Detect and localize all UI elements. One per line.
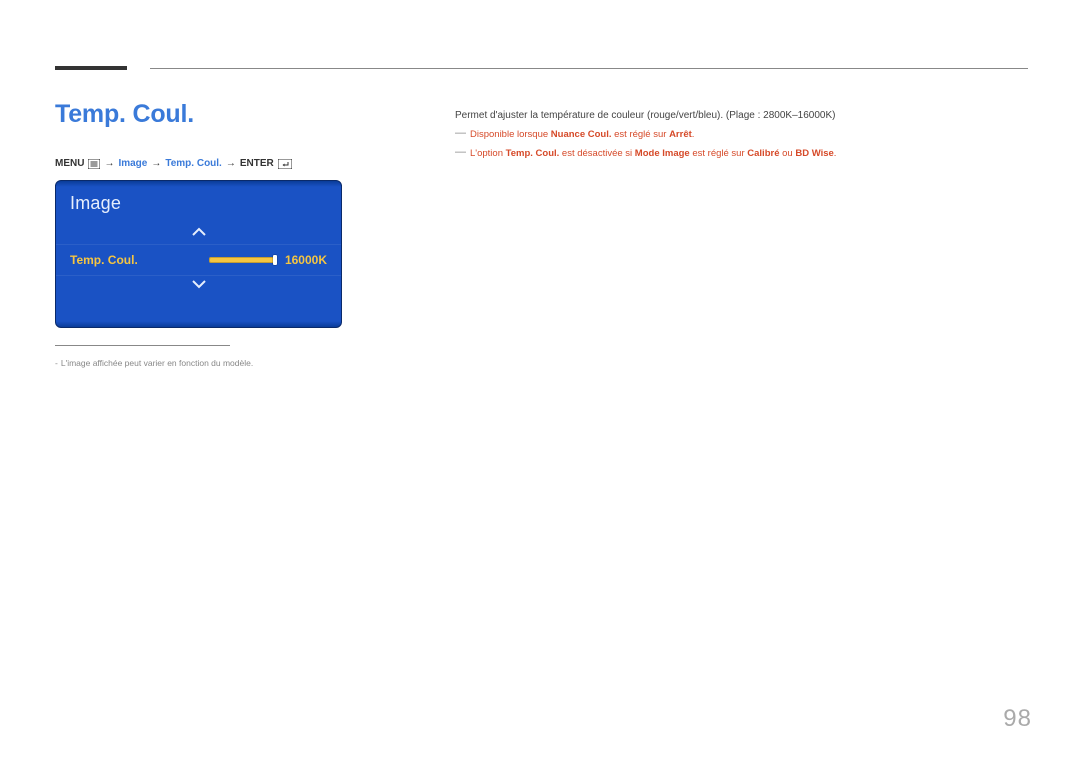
footnote-dash: - — [55, 358, 58, 368]
note2-b2: Mode Image — [635, 148, 690, 159]
header-accent-bar — [55, 66, 127, 70]
menu-icon — [88, 159, 100, 169]
note2-b4: BD Wise — [795, 148, 833, 159]
osd-menu: Image Temp. Coul. 16000K — [55, 180, 342, 328]
note-1: ― Disponible lorsque Nuance Coul. est ré… — [455, 125, 1028, 144]
note-marker: ― — [455, 144, 466, 162]
nav-arrow: → — [151, 158, 161, 169]
osd-row-tempcoul[interactable]: Temp. Coul. 16000K — [56, 244, 341, 276]
note1-b1: Nuance Coul. — [551, 129, 612, 140]
chevron-up-icon — [191, 224, 207, 241]
osd-up-row[interactable] — [56, 224, 341, 244]
note2-b1: Temp. Coul. — [506, 148, 560, 159]
note-1-content: Disponible lorsque Nuance Coul. est régl… — [470, 125, 694, 144]
note1-pre: Disponible lorsque — [470, 129, 551, 140]
nav-tempcoul: Temp. Coul. — [165, 158, 221, 169]
footnote-rule — [55, 345, 230, 346]
note2-mid2: est réglé sur — [690, 148, 748, 159]
page-number: 98 — [1003, 705, 1032, 733]
note2-post: . — [834, 148, 837, 159]
osd-row-label: Temp. Coul. — [70, 253, 138, 267]
note-marker: ― — [455, 125, 466, 143]
note2-pre: L'option — [470, 148, 506, 159]
chevron-down-icon — [191, 276, 207, 293]
nav-enter-label: ENTER — [240, 158, 274, 169]
osd-down-row[interactable] — [56, 276, 341, 296]
note2-or: ou — [779, 148, 795, 159]
footnote-text: L'image affichée peut varier en fonction… — [61, 358, 253, 368]
enter-icon — [278, 159, 292, 169]
note-2-content: L'option Temp. Coul. est désactivée si M… — [470, 144, 836, 163]
note2-mid1: est désactivée si — [559, 148, 635, 159]
note-2: ― L'option Temp. Coul. est désactivée si… — [455, 144, 1028, 163]
note1-post: . — [692, 129, 695, 140]
header-rule — [150, 68, 1028, 69]
osd-menu-title: Image — [56, 181, 341, 224]
nav-arrow: → — [226, 158, 236, 169]
description-block: Permet d'ajuster la température de coule… — [455, 106, 1028, 163]
osd-row-value: 16000K — [285, 253, 327, 267]
note1-b2: Arrêt — [669, 129, 692, 140]
note1-mid: est réglé sur — [612, 129, 670, 140]
nav-image: Image — [118, 158, 147, 169]
page-title: Temp. Coul. — [55, 100, 194, 129]
breadcrumb: MENU → Image → Temp. Coul. → ENTER — [55, 158, 292, 169]
nav-menu-label: MENU — [55, 158, 84, 169]
nav-arrow: → — [104, 158, 114, 169]
description-text: Permet d'ajuster la température de coule… — [455, 106, 1028, 125]
note2-b3: Calibré — [747, 148, 779, 159]
footnote: -L'image affichée peut varier en fonctio… — [55, 358, 253, 368]
osd-slider[interactable] — [209, 257, 275, 263]
